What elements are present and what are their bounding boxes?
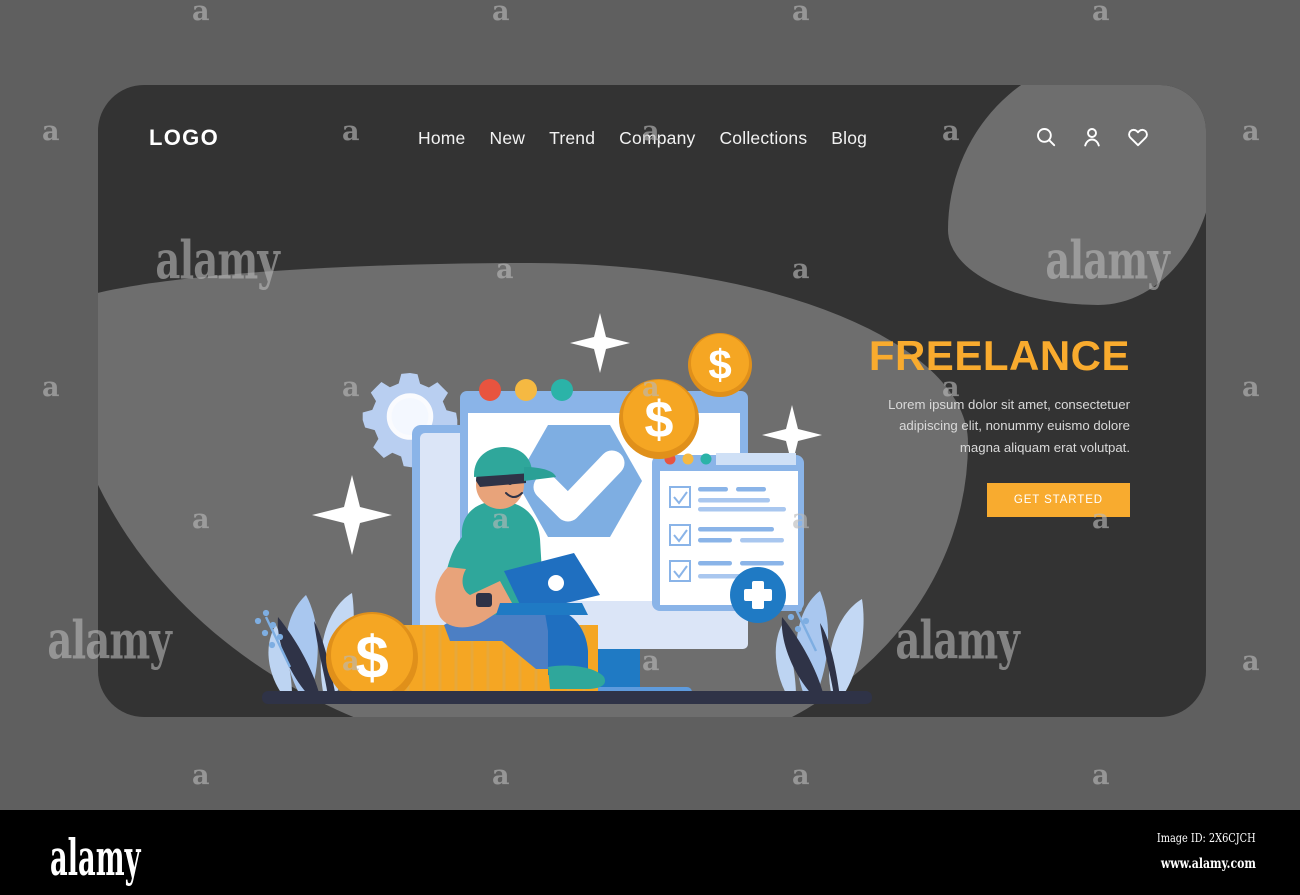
logo[interactable]: LOGO — [149, 125, 219, 151]
hero-text-panel: FREELANCE Lorem ipsum dolor sit amet, co… — [860, 332, 1130, 518]
heart-icon[interactable] — [1126, 125, 1150, 149]
hero-subtitle: Lorem ipsum dolor sit amet, consectetuer… — [888, 397, 1130, 455]
coin-large-top: $ — [688, 333, 752, 397]
window-dot-yellow — [515, 379, 537, 401]
add-button — [730, 567, 786, 623]
sparkle-top — [570, 313, 630, 373]
watermark-a: a — [1242, 372, 1260, 403]
user-icon[interactable] — [1080, 125, 1104, 149]
watermark-a: a — [192, 760, 210, 791]
watermark-a: a — [1092, 0, 1110, 27]
nav-item-new[interactable]: New — [489, 128, 525, 149]
get-started-button[interactable]: GET STARTED — [986, 483, 1130, 518]
nav-item-company[interactable]: Company — [619, 128, 695, 149]
watermark-a: a — [42, 372, 60, 403]
svg-text:$: $ — [645, 391, 674, 449]
page-title: FREELANCE — [868, 332, 1130, 379]
screenshot-stage: LOGO Home New Trend Company Collections … — [0, 0, 1300, 895]
ground-bar — [262, 691, 872, 704]
watermark-a: a — [492, 760, 510, 791]
nav-item-trend[interactable]: Trend — [549, 128, 595, 149]
watermark-a: a — [792, 0, 810, 27]
alamy-url-label: www.alamy.com — [1160, 856, 1256, 872]
window-dot-teal — [551, 379, 573, 401]
watermark-a: a — [1242, 116, 1260, 147]
hero-illustration: $ $ $ — [248, 295, 888, 715]
watermark-a: a — [792, 760, 810, 791]
navbar: LOGO Home New Trend Company Collections … — [98, 85, 1206, 195]
nav-item-blog[interactable]: Blog — [831, 128, 867, 149]
watermark-a: a — [192, 0, 210, 27]
nav-menu: Home New Trend Company Collections Blog — [418, 128, 867, 149]
nav-item-collections[interactable]: Collections — [719, 128, 807, 149]
watermark-a: a — [492, 0, 510, 27]
coin-large-mid: $ — [619, 379, 699, 459]
alamy-logo: alamy — [50, 830, 141, 888]
watermark-a: a — [1092, 760, 1110, 791]
alamy-footer-bar: alamy Image ID: 2X6CJCH www.alamy.com — [0, 810, 1300, 895]
search-icon[interactable] — [1034, 125, 1058, 149]
hero-card: LOGO Home New Trend Company Collections … — [98, 85, 1206, 717]
sparkle-left — [312, 475, 392, 555]
nav-item-home[interactable]: Home — [418, 128, 465, 149]
window-dot-red — [479, 379, 501, 401]
nav-icon-group — [1034, 125, 1150, 149]
watermark-a: a — [42, 116, 60, 147]
watermark-a: a — [1242, 646, 1260, 677]
image-id-label: Image ID: 2X6CJCH — [1157, 830, 1256, 845]
svg-text:$: $ — [708, 341, 731, 388]
svg-text:$: $ — [355, 624, 388, 691]
